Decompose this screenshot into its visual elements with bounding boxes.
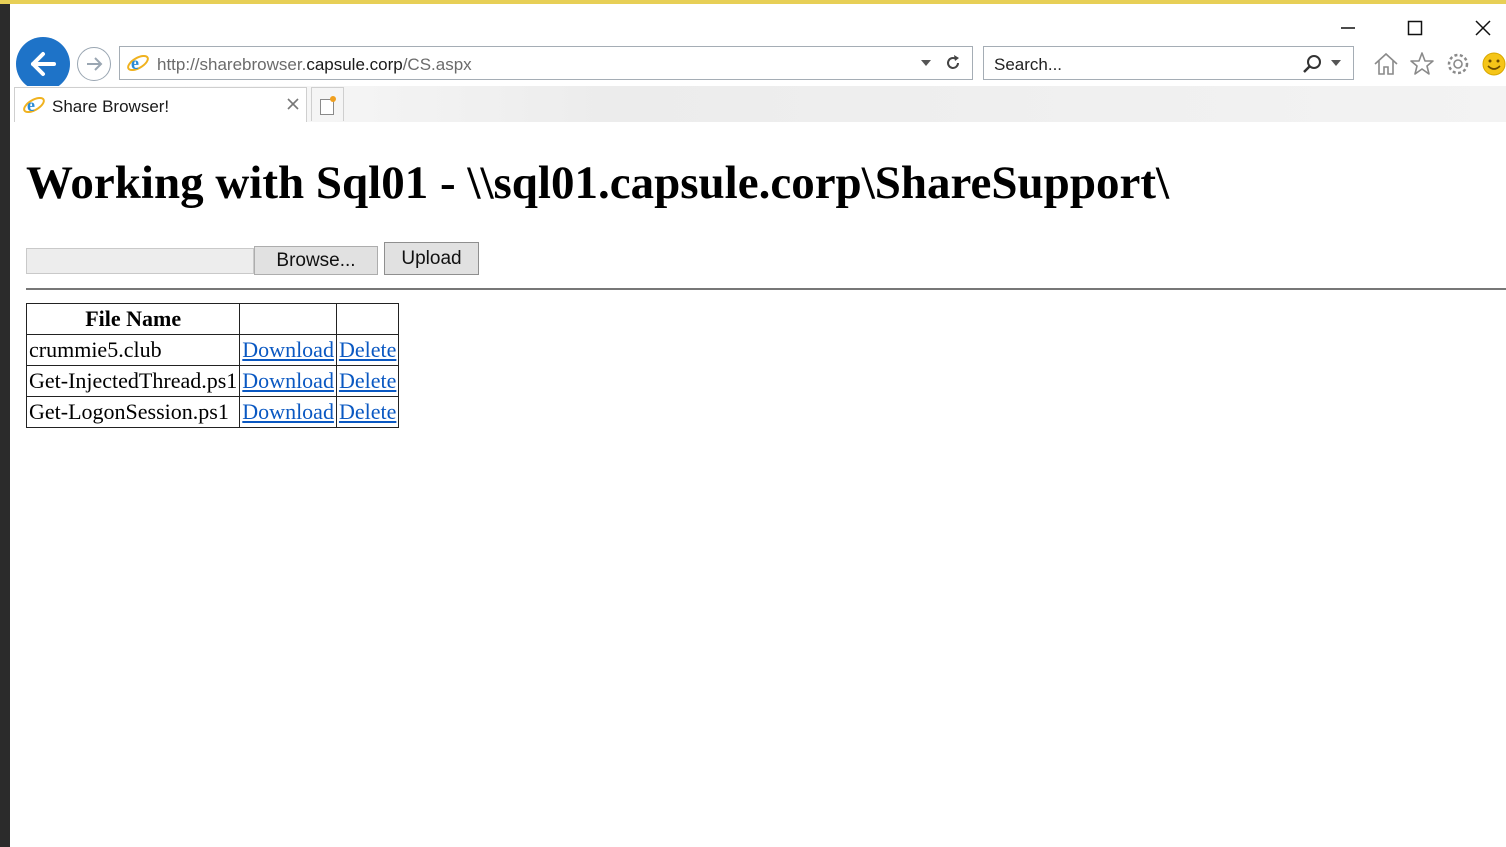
file-path-field[interactable] — [26, 248, 254, 274]
minimize-button[interactable] — [1325, 14, 1371, 42]
svg-text:e: e — [27, 95, 35, 115]
column-header-download — [239, 303, 337, 335]
search-icon[interactable] — [1301, 53, 1323, 75]
tab-strip: e Share Browser! — [10, 86, 1506, 122]
table-row: crummie5.club Download Delete — [25, 334, 400, 366]
download-cell: Download — [239, 365, 337, 397]
url-domain: capsule.corp — [306, 55, 403, 74]
feedback-button[interactable] — [1480, 50, 1506, 78]
table-header-row: File Name — [25, 303, 400, 335]
close-window-button[interactable] — [1460, 14, 1506, 42]
search-dropdown-icon[interactable] — [1330, 58, 1342, 68]
ie-page-icon: e — [23, 95, 45, 115]
delete-cell: Delete — [335, 365, 400, 397]
tab-share-browser[interactable]: e Share Browser! — [14, 87, 307, 122]
back-button[interactable] — [16, 37, 70, 91]
arrow-right-icon — [87, 57, 103, 71]
svg-text:e: e — [131, 53, 139, 73]
file-name-cell: crummie5.club — [25, 334, 241, 366]
address-bar[interactable]: e http://sharebrowser.capsule.corp/CS.as… — [119, 46, 973, 80]
smiley-icon — [1482, 52, 1506, 76]
new-tab-icon — [319, 95, 336, 115]
address-url[interactable]: http://sharebrowser.capsule.corp/CS.aspx — [157, 55, 472, 75]
download-link[interactable]: Download — [242, 399, 334, 424]
divider — [26, 288, 1506, 290]
close-tab-icon[interactable] — [286, 97, 300, 111]
new-tab-button[interactable] — [311, 87, 344, 121]
forward-button[interactable] — [77, 47, 111, 81]
tab-title: Share Browser! — [52, 97, 170, 116]
download-cell: Download — [239, 396, 337, 428]
delete-cell: Delete — [335, 334, 400, 366]
file-table: File Name crummie5.club Download Delete … — [25, 303, 400, 428]
gear-icon — [1447, 53, 1469, 75]
file-name-cell: Get-InjectedThread.ps1 — [25, 365, 241, 397]
refresh-icon[interactable] — [943, 53, 963, 73]
maximize-button[interactable] — [1392, 14, 1438, 42]
page-title: Working with Sql01 - \\sql01.capsule.cor… — [26, 157, 1170, 209]
browse-button[interactable]: Browse... — [254, 246, 378, 275]
ie-logo-icon: e — [127, 53, 149, 73]
delete-cell: Delete — [335, 396, 400, 428]
arrow-left-icon — [31, 52, 56, 76]
delete-link[interactable]: Delete — [339, 368, 396, 393]
minimize-icon — [1341, 27, 1355, 29]
column-header-file-name: File Name — [25, 303, 241, 335]
download-link[interactable]: Download — [242, 337, 334, 362]
url-prefix: http://sharebrowser. — [157, 55, 307, 74]
delete-link[interactable]: Delete — [339, 399, 396, 424]
search-input[interactable]: Search... — [983, 46, 1354, 80]
upload-button[interactable]: Upload — [384, 242, 479, 275]
browser-window: e http://sharebrowser.capsule.corp/CS.as… — [10, 4, 1506, 847]
search-placeholder: Search... — [994, 55, 1063, 74]
tools-button[interactable] — [1444, 50, 1472, 78]
favorites-button[interactable] — [1408, 50, 1436, 78]
url-path: /CS.aspx — [402, 55, 472, 74]
table-row: Get-InjectedThread.ps1 Download Delete — [25, 365, 400, 397]
close-icon — [1475, 20, 1491, 36]
file-name-cell: Get-LogonSession.ps1 — [25, 396, 241, 428]
address-dropdown-icon[interactable] — [920, 58, 932, 68]
page-content: Working with Sql01 - \\sql01.capsule.cor… — [10, 122, 1506, 847]
column-header-delete — [335, 303, 400, 335]
star-icon — [1410, 52, 1434, 75]
download-cell: Download — [239, 334, 337, 366]
delete-link[interactable]: Delete — [339, 337, 396, 362]
table-row: Get-LogonSession.ps1 Download Delete — [25, 396, 400, 428]
download-link[interactable]: Download — [242, 368, 334, 393]
home-icon — [1374, 52, 1398, 75]
maximize-icon — [1407, 20, 1423, 36]
home-button[interactable] — [1372, 50, 1400, 78]
window-frame-left — [0, 4, 10, 847]
